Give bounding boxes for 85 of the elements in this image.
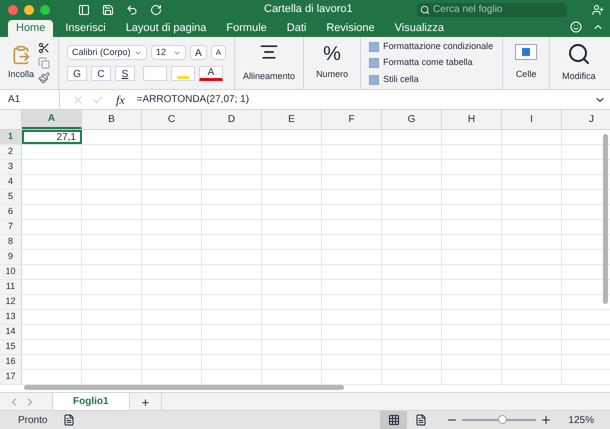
search-icon [566,42,591,66]
smiley-icon[interactable] [570,21,582,33]
font-style-button[interactable]: S [115,66,136,81]
status-text: Pronto [18,414,48,428]
column-header[interactable]: B [82,110,142,129]
minimize-button[interactable] [24,4,34,14]
ribbon-tab[interactable]: Formule [218,20,275,37]
share-icon[interactable] [592,4,604,16]
column-header[interactable]: I [502,110,562,129]
zoom-percent[interactable]: 125% [568,412,594,428]
number-button[interactable]: % Numero [304,37,362,89]
formula-field[interactable]: =ARROTONDA(27,07; 1) [136,92,594,107]
normal-view-button[interactable] [380,411,408,429]
row-header[interactable]: 7 [0,220,22,234]
row-header[interactable]: 3 [0,160,22,174]
column-header[interactable]: D [202,110,262,129]
styles-menu-button[interactable]: Formattazione condizionale [369,40,494,54]
maximize-button[interactable] [40,4,50,14]
row-header[interactable]: 14 [0,325,22,339]
row-header[interactable]: 9 [0,250,22,264]
cut-icon[interactable] [38,42,50,54]
font-name-field[interactable]: Calibri (Corpo) [67,45,148,60]
ribbon-tab[interactable]: Layout di pagina [118,20,214,37]
cells-button[interactable]: Celle [503,37,550,89]
ribbon-tab[interactable]: Dati [278,20,314,37]
shrink-font-button[interactable]: A [210,45,226,60]
column-header[interactable]: F [322,110,382,129]
page-icon [414,414,427,426]
zoom-in-icon[interactable] [540,414,552,426]
font-style-button[interactable]: G [67,66,88,81]
search-icon [420,4,430,14]
row-header[interactable]: 15 [0,340,22,354]
style-icon [369,42,380,52]
edit-button[interactable]: Modifica [550,37,608,89]
row-header[interactable]: 12 [0,295,22,309]
row-header[interactable]: 1 [0,130,22,144]
alignment-button[interactable]: Allineamento [235,37,304,89]
grid-icon [388,414,400,426]
row-header[interactable]: 17 [0,370,22,384]
column-header[interactable]: J [562,110,610,129]
clipboard-icon [11,44,31,65]
function-button[interactable]: fx [116,90,125,108]
undo-icon[interactable] [126,4,138,16]
row-header[interactable]: 10 [0,265,22,279]
window-title: Cartella di lavoro1 [264,2,353,18]
styles-menu-button[interactable]: Formatta come tabella [369,56,494,70]
row-header[interactable]: 2 [0,145,22,159]
save-icon[interactable] [102,4,114,16]
sidebar-icon[interactable] [78,4,90,16]
row-header[interactable]: 4 [0,175,22,189]
column-header[interactable]: G [382,110,442,129]
row-header[interactable]: 8 [0,235,22,249]
name-box[interactable]: A1 [0,90,60,109]
font-size-field[interactable]: 12 [151,45,186,60]
ribbon-tab[interactable]: Home [8,20,54,37]
column-header[interactable]: C [142,110,202,129]
paste-button[interactable]: Incolla [8,44,34,82]
row-header[interactable]: 11 [0,280,22,294]
font-style-button[interactable]: C [91,66,112,81]
row-header[interactable]: 13 [0,310,22,324]
vertical-scrollbar[interactable] [603,134,608,304]
column-header[interactable]: E [262,110,322,129]
font-color-button[interactable]: A [199,66,224,81]
ribbon-tab[interactable]: Visualizza [386,20,452,37]
grow-font-button[interactable]: A [190,45,207,60]
style-icon [369,58,380,68]
row-header[interactable]: 6 [0,205,22,219]
styles-menu-button[interactable]: Stili cella [369,72,494,86]
column-header[interactable]: A [22,110,82,129]
row-header[interactable]: 5 [0,190,22,204]
search-field[interactable]: Cerca nel foglio [417,2,567,16]
macro-icon[interactable] [63,414,76,426]
table-cell[interactable]: 27,1 [22,130,82,144]
zoom-thumb[interactable] [498,415,507,424]
cells-icon [515,44,538,60]
horizontal-scrollbar[interactable] [24,385,344,390]
sheet-tab[interactable]: Foglio1 [52,393,130,410]
redo-icon[interactable] [150,4,162,16]
ribbon-tab[interactable]: Revisione [318,20,383,37]
column-header[interactable]: H [442,110,502,129]
format-painter-icon[interactable] [38,72,50,84]
style-icon [369,74,380,84]
row-header[interactable]: 16 [0,355,22,369]
ribbon-tab[interactable]: Inserisci [57,20,114,37]
fill-color-icon[interactable] [171,66,196,81]
